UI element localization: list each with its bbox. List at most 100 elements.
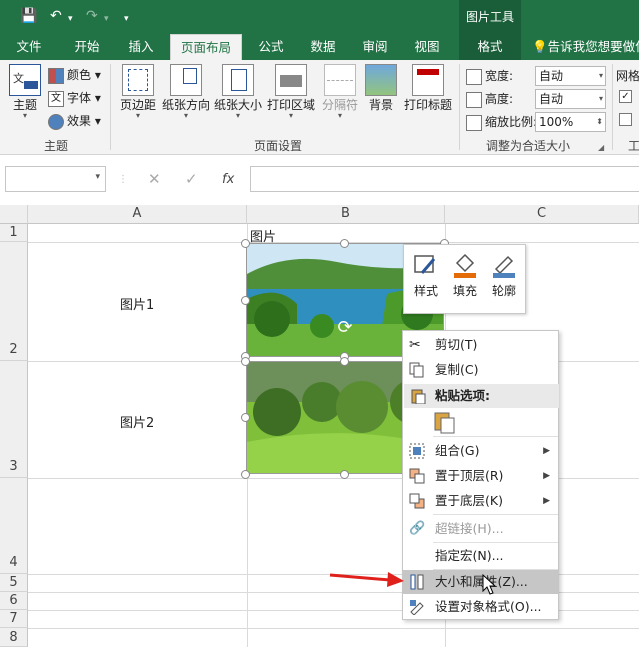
spinner-icon[interactable]: ⬍	[596, 113, 603, 131]
row-header-7[interactable]: 7	[0, 610, 28, 628]
submenu-arrow-icon: ▶	[543, 446, 550, 456]
style-button[interactable]: 样式	[408, 251, 444, 299]
gridlines-header: 网格	[616, 69, 639, 83]
menu-item-hyperlink[interactable]: 🔗 超链接(H)...	[403, 517, 558, 541]
gridlines-view-checkbox[interactable]: ✓	[619, 90, 632, 103]
menu-item-assign-macro[interactable]: 指定宏(N)...	[403, 544, 558, 568]
size-label: 纸张大小	[214, 98, 263, 112]
send-back-label: 置于底层(K)	[435, 493, 503, 508]
tab-file[interactable]: 文件	[6, 34, 52, 60]
undo-dropdown-icon[interactable]: ▾	[68, 10, 73, 28]
background-button[interactable]: 背景	[364, 64, 398, 112]
lightbulb-icon: 💡	[532, 39, 548, 54]
select-all-corner[interactable]	[0, 205, 28, 224]
height-select[interactable]: 自动 ▾	[535, 89, 606, 109]
height-label: 高度:	[485, 92, 514, 106]
print-area-label: 打印区域	[266, 98, 315, 112]
tab-data[interactable]: 数据	[300, 34, 346, 60]
formula-input[interactable]	[250, 166, 639, 192]
resize-handle[interactable]	[241, 296, 250, 305]
row-header-3[interactable]: 3	[0, 361, 28, 478]
menu-item-format-object[interactable]: 设置对象格式(O)...	[403, 595, 558, 619]
insert-function-icon[interactable]: fx	[222, 172, 234, 187]
tab-view[interactable]: 视图	[404, 34, 450, 60]
drag-handle-icon[interactable]: ⋮	[118, 174, 128, 185]
resize-handle[interactable]	[241, 470, 250, 479]
column-header-b[interactable]: B	[247, 205, 445, 224]
menu-item-size-and-properties[interactable]: 大小和属性(Z)...	[403, 570, 558, 594]
effects-label: 效果	[67, 114, 92, 128]
row-header-1[interactable]: 1	[0, 224, 28, 242]
orientation-button[interactable]: 纸张方向 ▾	[162, 64, 210, 120]
save-icon[interactable]: 💾	[20, 7, 37, 25]
column-header-a[interactable]: A	[28, 205, 247, 224]
fill-button[interactable]: 填充	[447, 251, 483, 299]
menu-item-cut[interactable]: ✂ 剪切(T)	[403, 333, 558, 357]
ribbon-tabs: 文件 开始 插入 页面布局 公式 数据 审阅 视图 格式 💡告诉我您想要做什	[0, 34, 639, 60]
scale-input[interactable]: 100% ⬍	[535, 112, 606, 132]
tab-format[interactable]: 格式	[459, 34, 521, 60]
resize-handle[interactable]	[241, 357, 250, 366]
enter-icon[interactable]: ✓	[185, 170, 198, 188]
menu-item-send-to-back[interactable]: 置于底层(K) ▶	[403, 489, 558, 513]
print-area-button[interactable]: 打印区域 ▾	[266, 64, 316, 120]
fill-bucket-icon	[451, 251, 479, 279]
margins-button[interactable]: 页边距 ▾	[118, 64, 158, 120]
paste-picture-button[interactable]	[434, 410, 456, 434]
fonts-button[interactable]: 文字体 ▾	[48, 88, 101, 108]
tab-home[interactable]: 开始	[62, 34, 112, 60]
menu-item-group[interactable]: 组合(G) ▶	[403, 439, 558, 463]
effects-button[interactable]: 效果 ▾	[48, 111, 101, 131]
gridlines-print-checkbox[interactable]	[619, 113, 632, 126]
outline-pen-icon	[490, 251, 518, 279]
width-label-row: 宽度:	[466, 66, 513, 86]
resize-handle[interactable]	[340, 470, 349, 479]
chevron-down-icon[interactable]: ▾	[95, 172, 100, 182]
menu-separator	[433, 542, 558, 543]
group-icon	[409, 443, 425, 459]
rotate-handle-icon[interactable]: ⟳	[335, 318, 355, 338]
themes-icon: 文	[9, 64, 41, 96]
tab-page-layout[interactable]: 页面布局	[170, 34, 242, 60]
customize-qat-icon[interactable]: ▾	[124, 10, 129, 28]
row-header-8[interactable]: 8	[0, 628, 28, 647]
cell-a2[interactable]: 图片1	[120, 294, 154, 313]
size-button[interactable]: 纸张大小 ▾	[214, 64, 262, 120]
orientation-icon	[170, 64, 202, 96]
row-header-6[interactable]: 6	[0, 592, 28, 610]
resize-handle[interactable]	[340, 357, 349, 366]
resize-handle[interactable]	[241, 413, 250, 422]
width-select[interactable]: 自动 ▾	[535, 66, 606, 86]
margins-icon	[122, 64, 154, 96]
menu-item-bring-to-front[interactable]: 置于顶层(R) ▶	[403, 464, 558, 488]
themes-label: 主题	[12, 98, 37, 112]
name-box[interactable]: ▾	[5, 166, 106, 192]
hyperlink-label: 超链接(H)...	[435, 521, 504, 536]
row-header-2[interactable]: 2	[0, 242, 28, 361]
outline-button[interactable]: 轮廓	[486, 251, 522, 299]
breaks-button[interactable]: 分隔符 ▾	[320, 64, 360, 120]
tab-review[interactable]: 审阅	[352, 34, 398, 60]
context-menu: ✂ 剪切(T) 复制(C) 粘贴选项: 组合(G) ▶ 置于顶层(R) ▶ 置于…	[402, 330, 559, 620]
colors-button[interactable]: 颜色 ▾	[48, 65, 101, 85]
print-titles-button[interactable]: 打印标题	[402, 64, 454, 112]
cell-a3[interactable]: 图片2	[120, 412, 154, 431]
themes-button[interactable]: 文 主题 ▾	[8, 64, 42, 120]
tab-formulas[interactable]: 公式	[248, 34, 294, 60]
resize-handle[interactable]	[340, 239, 349, 248]
colors-icon	[48, 67, 64, 84]
resize-handle[interactable]	[241, 239, 250, 248]
gridline	[28, 628, 639, 629]
orientation-label: 纸张方向	[162, 98, 211, 112]
redo-dropdown-icon[interactable]: ▾	[104, 10, 109, 28]
row-header-5[interactable]: 5	[0, 574, 28, 592]
column-header-c[interactable]: C	[445, 205, 639, 224]
undo-icon[interactable]: ↶	[50, 7, 62, 25]
cancel-icon[interactable]: ✕	[148, 170, 161, 188]
row-header-4[interactable]: 4	[0, 478, 28, 574]
tell-me-box[interactable]: 💡告诉我您想要做什	[532, 34, 639, 60]
menu-item-copy[interactable]: 复制(C)	[403, 358, 558, 382]
redo-icon[interactable]: ↷	[86, 7, 98, 25]
tab-insert[interactable]: 插入	[118, 34, 164, 60]
copy-label: 复制(C)	[435, 362, 479, 377]
